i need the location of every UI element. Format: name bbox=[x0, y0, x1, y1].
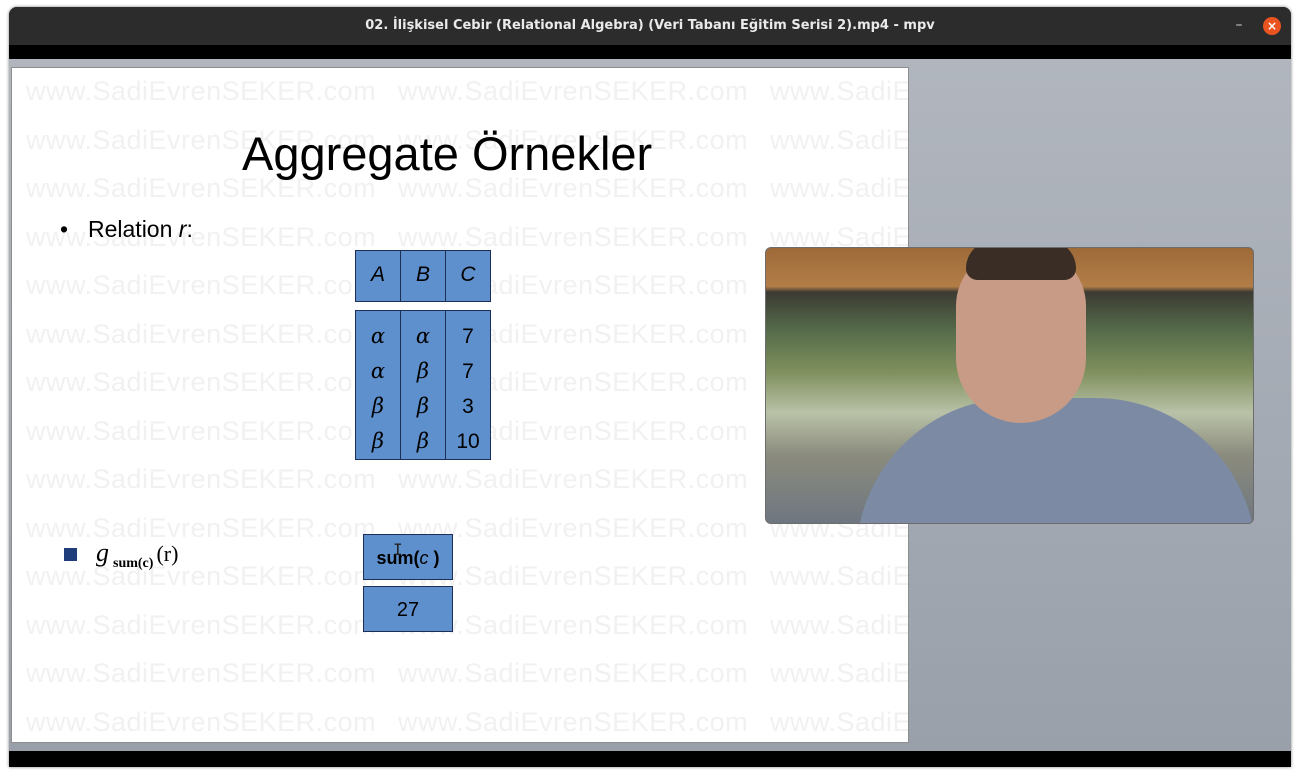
relation-header-a: A bbox=[355, 250, 401, 302]
watermark-text: www.SadiEvrenSEKER.com bbox=[398, 76, 749, 106]
result-header-var: c bbox=[419, 548, 429, 568]
watermark-text: www.SadiEvrenSEKER.com bbox=[26, 76, 377, 106]
watermark-text: www.SadiEvrenSEKER.com bbox=[770, 561, 908, 591]
cell-a4: β bbox=[371, 429, 385, 453]
watermark-text: www.SadiEvrenSEKER.com bbox=[398, 706, 749, 737]
slide-title: Aggregate Örnekler bbox=[242, 127, 653, 180]
cell-c3: 3 bbox=[462, 395, 474, 418]
cell-b4: β bbox=[416, 429, 430, 453]
cell-a1: α bbox=[370, 324, 386, 348]
watermark-text: www.SadiEvrenSEKER.com bbox=[398, 464, 749, 494]
aggregate-argument: (r) bbox=[156, 541, 179, 566]
watermark-text: www.SadiEvrenSEKER.com bbox=[770, 76, 908, 106]
watermark-text: www.SadiEvrenSEKER.com bbox=[398, 221, 749, 252]
text-cursor-icon: I bbox=[393, 540, 403, 559]
watermark-text: www.SadiEvrenSEKER.com bbox=[26, 706, 377, 737]
watermark-text: www.SadiEvrenSEKER.com bbox=[26, 512, 377, 543]
bullet-colon: : bbox=[186, 216, 193, 242]
watermark-text: www.SadiEvrenSEKER.com bbox=[398, 658, 749, 688]
aggregate-subscript: sum(c) bbox=[113, 556, 154, 571]
watermark-text: www.SadiEvrenSEKER.com bbox=[26, 415, 377, 446]
watermark-text: www.SadiEvrenSEKER.com bbox=[26, 367, 377, 397]
watermark-text: www.SadiEvrenSEKER.com bbox=[26, 609, 377, 640]
cell-b3: β bbox=[416, 394, 430, 418]
relation-header-b: B bbox=[400, 250, 446, 302]
watermark-text: www.SadiEvrenSEKER.com bbox=[26, 658, 377, 688]
cell-b2: β bbox=[416, 359, 430, 383]
bullet-text: Relation bbox=[88, 216, 179, 242]
cell-c1: 7 bbox=[462, 325, 474, 348]
cell-a3: β bbox=[371, 394, 385, 418]
watermark-text: www.SadiEvrenSEKER.com bbox=[770, 609, 908, 640]
square-bullet-icon bbox=[64, 548, 77, 561]
watermark-text: www.SadiEvrenSEKER.com bbox=[770, 658, 908, 688]
watermark-text: www.SadiEvrenSEKER.com bbox=[26, 561, 377, 591]
watermark-text: www.SadiEvrenSEKER.com bbox=[770, 706, 908, 737]
watermark-text: www.SadiEvrenSEKER.com bbox=[26, 318, 377, 349]
relation-column-c: 7 7 3 10 bbox=[445, 310, 491, 460]
cell-a2: α bbox=[370, 359, 386, 383]
mpv-window: 02. İlişkisel Cebir (Relational Algebra)… bbox=[9, 7, 1291, 767]
video-area[interactable]: www.SadiEvrenSEKER.com www.SadiEvrenSEKER… bbox=[9, 59, 1291, 751]
result-value: 27 bbox=[363, 586, 453, 632]
watermark-text: www.SadiEvrenSEKER.com bbox=[770, 124, 908, 155]
cell-c2: 7 bbox=[462, 360, 474, 383]
cell-b1: α bbox=[415, 324, 431, 348]
presenter-hair bbox=[966, 248, 1076, 280]
presenter-webcam bbox=[765, 247, 1254, 524]
window-title: 02. İlişkisel Cebir (Relational Algebra)… bbox=[365, 18, 935, 33]
cell-c4: 10 bbox=[456, 430, 480, 453]
aggregate-g: g bbox=[96, 538, 109, 567]
minimize-button[interactable]: – bbox=[1231, 18, 1247, 34]
close-button[interactable]: × bbox=[1263, 17, 1281, 35]
relation-column-b: α β β β bbox=[400, 310, 446, 460]
relation-column-a: α α β β bbox=[355, 310, 401, 460]
watermark-text: www.SadiEvrenSEKER.com bbox=[770, 173, 908, 203]
title-bar[interactable]: 02. İlişkisel Cebir (Relational Algebra)… bbox=[9, 7, 1291, 45]
bullet-icon: • bbox=[60, 216, 69, 242]
aggregate-expression: g sum(c) (r) bbox=[96, 538, 179, 571]
watermark-text: www.SadiEvrenSEKER.com bbox=[26, 464, 377, 494]
result-header-suffix: ) bbox=[428, 548, 440, 568]
result-header: sum(c ) bbox=[363, 534, 453, 580]
watermark-text: www.SadiEvrenSEKER.com bbox=[26, 270, 377, 300]
relation-bullet: • Relation r: bbox=[60, 216, 193, 246]
relation-header-c: C bbox=[445, 250, 491, 302]
presenter-body bbox=[856, 398, 1253, 523]
